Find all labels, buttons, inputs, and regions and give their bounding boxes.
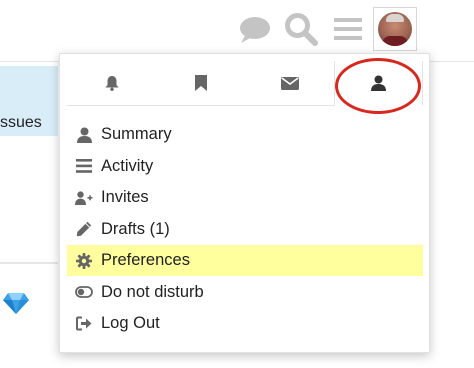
search-icon[interactable] (284, 12, 318, 46)
pencil-icon (75, 220, 93, 238)
stream-icon (75, 157, 93, 175)
background-divider (0, 262, 58, 264)
menu-item-activity[interactable]: Activity (67, 151, 423, 182)
tab-notifications[interactable] (67, 61, 156, 105)
menu-item-label: Log Out (101, 314, 160, 332)
menu-item-label: Activity (101, 156, 154, 175)
menu-item-drafts[interactable]: Drafts (1) (67, 214, 423, 245)
hamburger-menu-icon[interactable] (334, 17, 362, 41)
avatar-photo (378, 12, 412, 46)
menu-item-label: Invites (101, 188, 149, 206)
user-plus-icon (75, 189, 93, 207)
bookmark-icon (194, 75, 207, 91)
user-menu-list: Summary Activity Invites Drafts (1) Pref… (67, 119, 423, 340)
menu-item-do-not-disturb[interactable]: Do not disturb (67, 277, 423, 308)
gem-icon (3, 293, 29, 314)
menu-item-label: Do not disturb (101, 282, 204, 301)
menu-item-log-out[interactable]: Log Out (67, 308, 423, 339)
chat-icon[interactable] (238, 16, 270, 44)
menu-item-label: Drafts (1) (101, 219, 170, 238)
tab-bookmarks[interactable] (156, 61, 245, 105)
sign-out-icon (75, 315, 93, 333)
bell-icon (105, 76, 118, 91)
tab-messages[interactable] (245, 61, 334, 105)
envelope-icon (280, 76, 299, 90)
background-topic-text: ssues (0, 114, 42, 131)
avatar[interactable] (373, 7, 417, 51)
menu-item-label: Preferences (101, 251, 190, 269)
menu-item-preferences[interactable]: Preferences (67, 245, 423, 276)
annotation-circle (335, 58, 421, 114)
menu-item-invites[interactable]: Invites (67, 182, 423, 213)
user-icon (75, 126, 93, 144)
menu-item-summary[interactable]: Summary (67, 119, 423, 150)
gear-icon (75, 252, 93, 270)
toggle-off-icon (75, 283, 93, 301)
menu-item-label: Summary (101, 125, 172, 143)
